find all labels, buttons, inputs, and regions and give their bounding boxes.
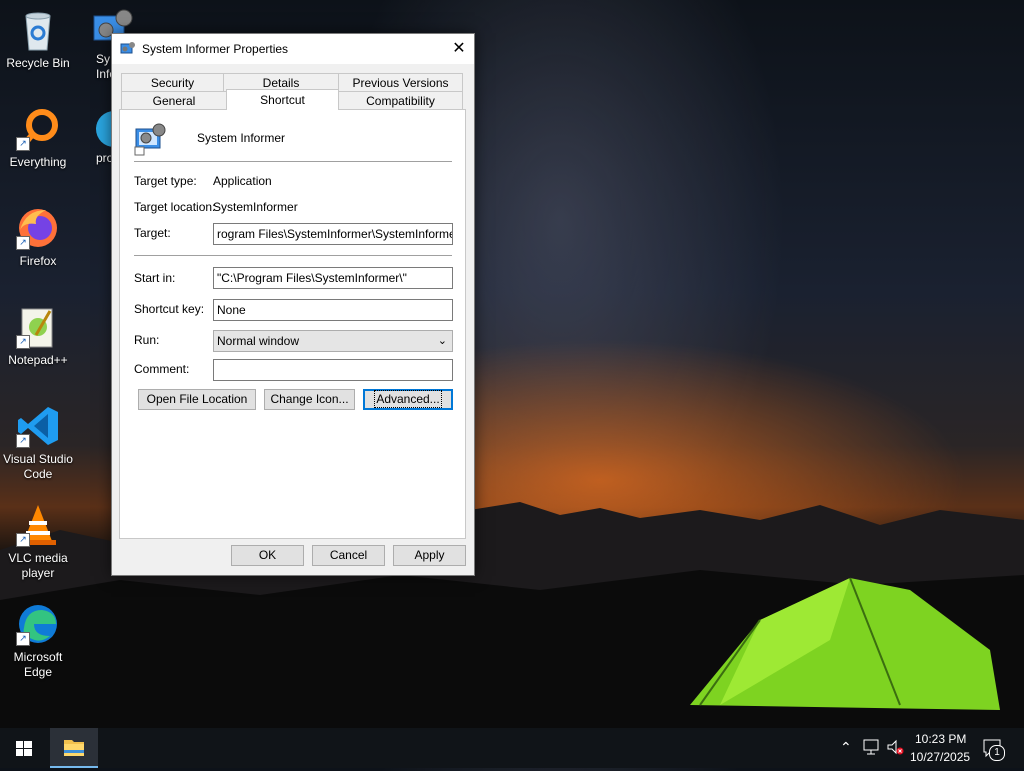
edge-icon: ↗ — [16, 602, 60, 646]
shortcut-arrow-icon: ↗ — [16, 236, 30, 250]
taskbar-file-explorer-button[interactable] — [50, 728, 98, 768]
everything-search-icon: ↗ — [16, 107, 60, 151]
target-type-label: Target type: — [134, 174, 197, 188]
desktop-icon-vscode[interactable]: ↗ Visual Studio Code — [0, 404, 76, 482]
system-informer-icon — [120, 41, 136, 57]
start-in-input[interactable]: "C:\Program Files\SystemInformer\" — [213, 267, 453, 289]
desktop-icon-label: Recycle Bin — [6, 56, 70, 70]
clock-date[interactable]: 10/27/2025 — [910, 750, 970, 764]
desktop-icon-label: Microsoft Edge — [13, 650, 63, 679]
shortcut-arrow-icon: ↗ — [16, 335, 30, 349]
desktop-icon-everything[interactable]: ↗ Everything — [0, 107, 76, 170]
target-type-value: Application — [213, 174, 272, 188]
start-in-label: Start in: — [134, 271, 176, 285]
firefox-icon: ↗ — [16, 206, 60, 250]
desktop-icon-edge[interactable]: ↗ Microsoft Edge — [0, 602, 76, 680]
desktop-icon-notepad-plus-plus[interactable]: ↗ Notepad++ — [0, 305, 76, 368]
desktop-icon-vlc[interactable]: ↗ VLC media player — [0, 503, 76, 581]
apply-button[interactable]: Apply — [393, 545, 466, 566]
cancel-button[interactable]: Cancel — [312, 545, 385, 566]
desktop-icon-label: Notepad++ — [8, 353, 68, 367]
clock-time[interactable]: 10:23 PM — [915, 732, 966, 746]
properties-dialog: System Informer Properties ✕ Security De… — [111, 33, 475, 576]
tab-shortcut[interactable]: Shortcut — [226, 89, 339, 110]
advanced-button[interactable]: Advanced... — [363, 389, 453, 410]
advanced-button-label: Advanced... — [374, 390, 442, 408]
recycle-bin-icon — [16, 8, 60, 52]
tab-security[interactable]: Security — [121, 73, 224, 91]
separator — [134, 161, 452, 162]
volume-muted-icon[interactable] — [886, 738, 904, 759]
taskbar: ⌃ 10:23 PM 10/27/2025 1 — [0, 728, 1024, 768]
system-informer-icon — [134, 122, 168, 156]
desktop-icon-label: Everything — [9, 155, 67, 169]
dialog-title: System Informer Properties — [142, 42, 289, 56]
run-select[interactable]: Normal window ⌄ — [213, 330, 453, 352]
app-name: System Informer — [197, 131, 286, 145]
dialog-titlebar[interactable]: System Informer Properties ✕ — [112, 34, 474, 64]
tab-general[interactable]: General — [121, 91, 227, 109]
comment-label: Comment: — [134, 362, 190, 376]
shortcut-key-label: Shortcut key: — [134, 302, 205, 316]
desktop-icon-firefox[interactable]: ↗ Firefox — [0, 206, 76, 269]
run-select-value: Normal window — [217, 334, 300, 348]
close-icon: ✕ — [452, 40, 466, 57]
windows-logo-icon — [16, 741, 32, 756]
target-location-label: Target location: — [134, 200, 216, 214]
ok-button[interactable]: OK — [231, 545, 304, 566]
desktop-icon-label: VLC media player — [8, 551, 68, 580]
notepad-plus-plus-icon: ↗ — [16, 305, 60, 349]
target-input[interactable]: rogram Files\SystemInformer\SystemInform… — [213, 223, 453, 245]
open-file-location-button[interactable]: Open File Location — [138, 389, 256, 410]
comment-input[interactable] — [213, 359, 453, 381]
shortcut-key-input[interactable]: None — [213, 299, 453, 321]
separator — [134, 255, 452, 256]
change-icon-button[interactable]: Change Icon... — [264, 389, 355, 410]
chevron-up-icon[interactable]: ⌃ — [840, 739, 852, 756]
desktop-icon-label: Firefox — [19, 254, 57, 268]
vlc-icon: ↗ — [16, 503, 60, 547]
shortcut-arrow-icon: ↗ — [16, 137, 30, 151]
tab-compatibility[interactable]: Compatibility — [338, 91, 463, 109]
vscode-icon: ↗ — [16, 404, 60, 448]
desktop-icon-label: Visual Studio Code — [3, 452, 73, 481]
shortcut-arrow-icon: ↗ — [16, 434, 30, 448]
start-button[interactable] — [0, 728, 48, 768]
target-label: Target: — [134, 226, 171, 240]
shortcut-arrow-icon: ↗ — [16, 533, 30, 547]
run-label: Run: — [134, 333, 160, 347]
folder-icon — [64, 740, 84, 756]
shortcut-tab-panel: System Informer Target type: Application… — [119, 109, 466, 539]
desktop-icon-recycle-bin[interactable]: Recycle Bin — [0, 8, 76, 71]
target-location-value: SystemInformer — [213, 200, 298, 214]
chevron-down-icon: ⌄ — [437, 335, 447, 347]
close-button[interactable]: ✕ — [444, 34, 474, 64]
network-icon[interactable] — [862, 738, 880, 759]
shortcut-arrow-icon: ↗ — [16, 632, 30, 646]
notification-count-badge: 1 — [989, 745, 1005, 761]
tab-previous-versions[interactable]: Previous Versions — [338, 73, 463, 91]
